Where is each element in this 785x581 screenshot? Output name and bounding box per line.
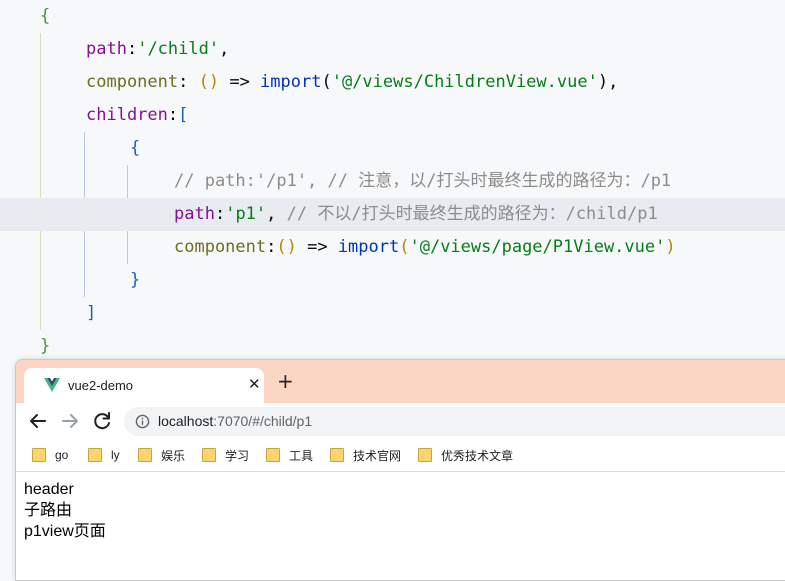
property-key: component <box>86 72 179 92</box>
comment: // path:'/p1', // 注意，以/打头时最终生成的路径为：/p1 <box>174 171 672 191</box>
browser-toolbar: localhost:7070/#/child/p1 <box>16 403 785 439</box>
code-line: path:'/child', <box>0 33 785 66</box>
arrow-left-icon[interactable] <box>26 409 50 433</box>
property-key: children <box>86 105 168 125</box>
code-line: } <box>0 264 785 297</box>
bookmarks-bar: go ly 娱乐 学习 工具 技术官网 优秀技术文章 <box>16 439 785 472</box>
code-line-highlighted: path:'p1', // 不以/打头时最终生成的路径为：/child/p1 <box>0 198 785 231</box>
open-brace: { <box>40 6 51 26</box>
string-literal: 'p1' <box>225 204 267 224</box>
paren-open: ( <box>399 237 410 257</box>
paren-close: ) <box>665 237 676 257</box>
bookmark-label: 技术官网 <box>353 448 402 463</box>
p1view-text: p1view页面 <box>24 523 106 540</box>
paren-close: ) <box>597 72 609 92</box>
property-key: component <box>174 237 267 257</box>
address-bar[interactable]: localhost:7070/#/child/p1 <box>124 407 785 436</box>
code-line: { <box>0 132 785 165</box>
code-editor: { path:'/child', component: () => import… <box>0 0 785 360</box>
header-text: header <box>24 481 74 498</box>
comma: , <box>608 72 619 92</box>
code-line: children:[ <box>0 99 785 132</box>
arrow-right-icon[interactable] <box>58 409 82 433</box>
folder-icon <box>138 448 152 462</box>
bookmark-tools[interactable]: 工具 <box>266 446 313 464</box>
page-content: header 子路由 p1view页面 <box>16 472 785 580</box>
import-keyword: import <box>337 237 400 257</box>
bookmark-label: 优秀技术文章 <box>441 448 514 463</box>
reload-icon[interactable] <box>90 409 114 433</box>
arrow: => <box>219 72 261 92</box>
property-key: path <box>174 204 215 224</box>
url-host: localhost <box>158 413 214 429</box>
vue-logo-icon <box>44 378 60 392</box>
comma: , <box>219 39 230 59</box>
folder-icon <box>330 448 344 462</box>
string-literal: '/child' <box>137 39 220 59</box>
paren-open: ( <box>321 72 332 92</box>
tab-bar: vue2-demo ✕ + <box>16 360 785 403</box>
code-line: ] <box>0 297 785 330</box>
browser-tab[interactable]: vue2-demo ✕ <box>24 368 264 403</box>
code-line: // path:'/p1', // 注意，以/打头时最终生成的路径为：/p1 <box>0 165 785 198</box>
arrow: => <box>296 237 338 257</box>
open-brace: { <box>130 138 141 158</box>
info-icon[interactable] <box>135 414 150 429</box>
close-icon[interactable]: ✕ <box>248 375 261 393</box>
colon: : <box>178 72 199 92</box>
new-tab-button[interactable]: + <box>277 371 294 391</box>
url-text: localhost:7070/#/child/p1 <box>158 413 312 429</box>
close-brace: } <box>40 336 51 356</box>
code-line: component:() => import('@/views/page/P1V… <box>0 231 785 264</box>
url-path: :7070/#/child/p1 <box>213 413 313 429</box>
folder-icon <box>266 448 280 462</box>
bookmark-label: 学习 <box>225 448 250 463</box>
bookmark-entertainment[interactable]: 娱乐 <box>138 446 185 464</box>
code-line: { <box>0 0 785 33</box>
colon: : <box>167 105 179 125</box>
close-bracket: ] <box>86 303 97 323</box>
colon: : <box>126 39 138 59</box>
colon: : <box>214 204 226 224</box>
child-route-text: 子路由 <box>24 502 73 519</box>
browser-window: vue2-demo ✕ + localhost:7070/#/child/p1 … <box>15 359 785 581</box>
folder-icon <box>88 448 102 462</box>
parens: () <box>198 72 220 92</box>
comment: // 不以/打头时最终生成的路径为：/child/p1 <box>286 204 658 224</box>
comma: , <box>266 204 287 224</box>
close-brace: } <box>130 270 141 290</box>
folder-icon <box>32 448 46 462</box>
bookmark-label: 娱乐 <box>161 448 186 463</box>
bookmark-label: 工具 <box>289 448 314 463</box>
bookmark-ly[interactable]: ly <box>88 446 120 464</box>
parens: () <box>276 237 297 257</box>
string-literal: '@/views/ChildrenView.vue' <box>331 72 598 92</box>
folder-icon <box>202 448 216 462</box>
colon: : <box>266 237 277 257</box>
bookmark-label: go <box>55 448 69 462</box>
bookmark-tech-sites[interactable]: 技术官网 <box>330 446 401 464</box>
code-line: component: () => import('@/views/Childre… <box>0 66 785 99</box>
import-keyword: import <box>260 72 322 92</box>
folder-icon <box>418 448 432 462</box>
bookmark-go[interactable]: go <box>32 446 68 464</box>
bookmark-study[interactable]: 学习 <box>202 446 249 464</box>
tab-title: vue2-demo <box>68 378 134 393</box>
property-key: path <box>86 39 127 59</box>
open-bracket: [ <box>178 105 189 125</box>
string-literal: '@/views/page/P1View.vue' <box>409 237 666 257</box>
bookmark-tech-articles[interactable]: 优秀技术文章 <box>418 446 513 464</box>
bookmark-label: ly <box>111 448 120 462</box>
